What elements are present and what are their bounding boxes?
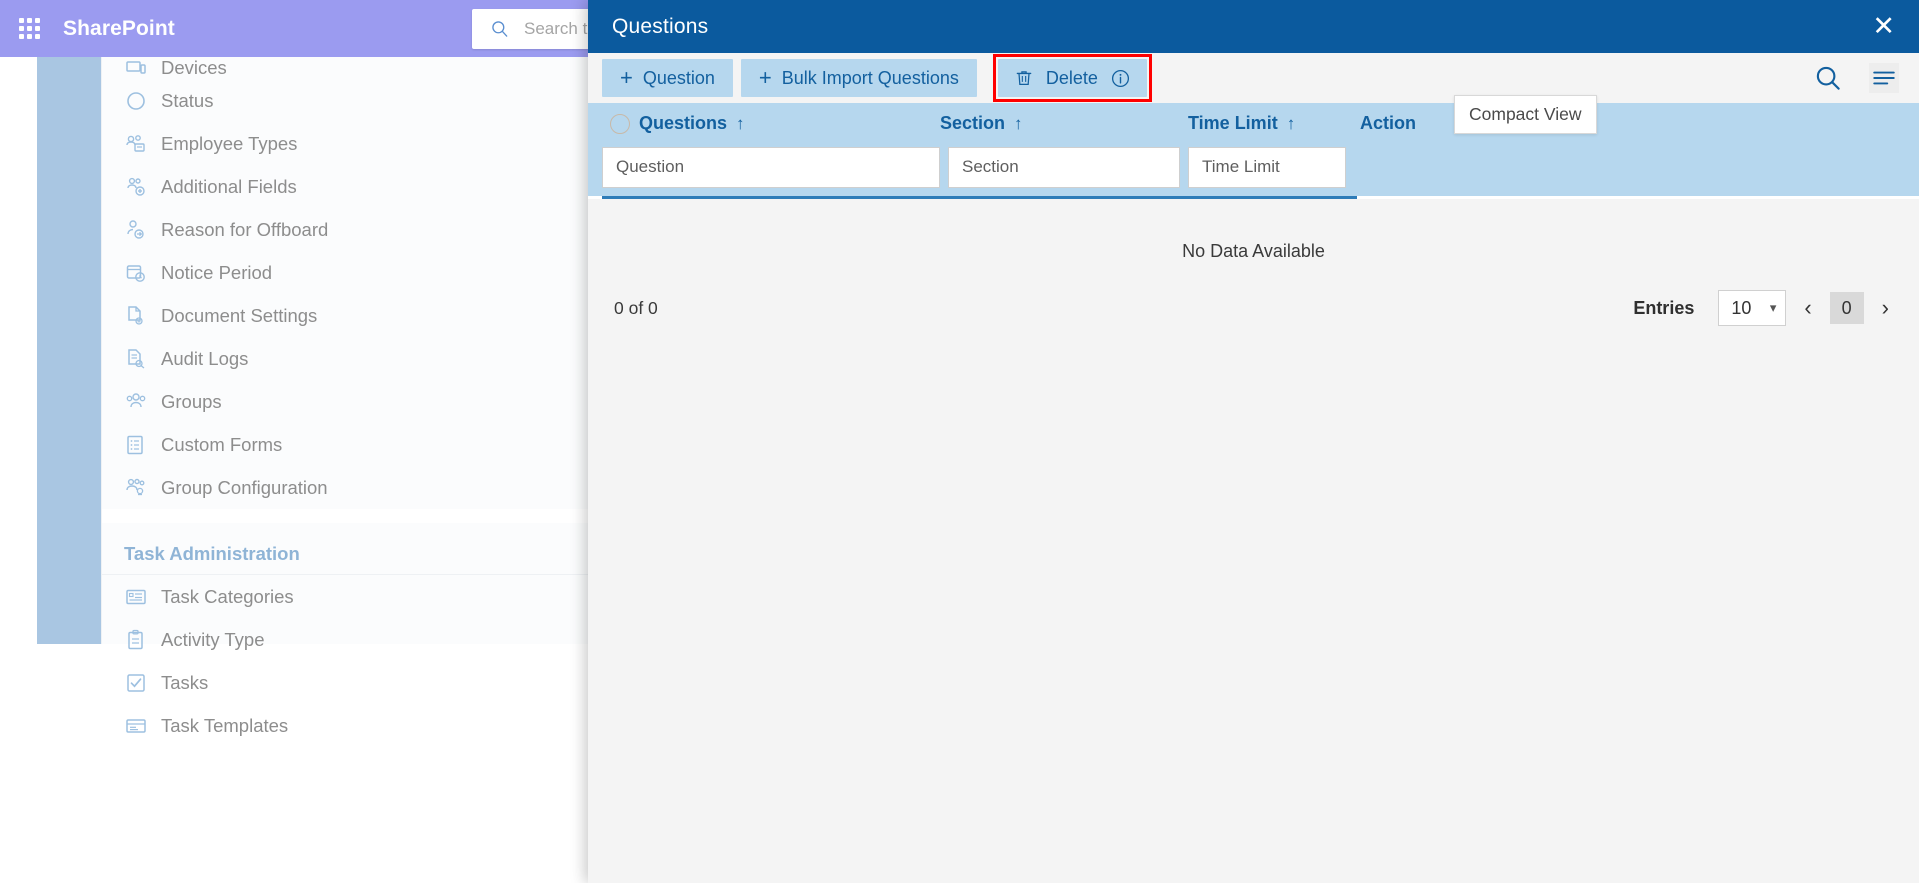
next-page-button[interactable]: › (1882, 297, 1889, 319)
plus-icon: + (758, 65, 772, 90)
delete-button[interactable]: Delete (997, 59, 1147, 97)
table-filter-row (588, 144, 1919, 196)
column-label: Time Limit (1188, 113, 1278, 133)
people-badge-icon (126, 134, 145, 152)
waffle-grid-icon[interactable] (19, 17, 41, 40)
sidebar-item-label: Document Settings (161, 304, 318, 326)
pagination-controls: Entries 10 ▾ ‹ 0 › (1633, 290, 1889, 326)
bulk-import-questions-button[interactable]: + Bulk Import Questions (740, 59, 977, 97)
time-limit-filter-input[interactable] (1188, 146, 1346, 188)
sort-ascending-arrow[interactable]: ↑ (1287, 114, 1296, 134)
people-settings-icon (126, 478, 145, 495)
sidebar-item-label: Groups (161, 390, 222, 412)
entries-per-page-select[interactable]: 10 ▾ (1718, 290, 1787, 326)
template-icon (126, 718, 146, 733)
sidebar-item-label: Employee Types (161, 132, 298, 154)
document-search-icon (128, 348, 145, 369)
calendar-clock-icon (126, 264, 145, 282)
device-icon (126, 61, 146, 74)
column-label: Action (1360, 113, 1416, 133)
sharepoint-brand[interactable]: SharePoint (63, 17, 175, 41)
checkbox-icon (127, 673, 145, 692)
trash-icon (1016, 71, 1032, 86)
entries-value: 10 (1731, 297, 1752, 318)
add-question-label: Question (642, 67, 715, 88)
compact-view-tooltip: Compact View (1454, 95, 1597, 134)
sidebar-item-label: Tasks (161, 671, 209, 693)
questions-modal: Questions ✕ + Question + Bulk Import Que… (588, 0, 1919, 883)
sidebar-item-label: Notice Period (161, 261, 273, 283)
sort-ascending-arrow[interactable]: ↑ (1014, 114, 1023, 134)
info-icon[interactable] (1110, 68, 1131, 89)
chevron-down-icon: ▾ (1769, 300, 1777, 315)
sidebar-item-label: Group Configuration (161, 476, 328, 498)
record-count: 0 of 0 (614, 297, 658, 318)
sidebar-item-label: Activity Type (161, 628, 265, 650)
search-icon[interactable] (1813, 63, 1843, 93)
sidebar-item-label: Task Templates (161, 714, 289, 736)
add-question-button[interactable]: + Question (602, 59, 733, 97)
column-label: Section (940, 113, 1006, 133)
current-page-number[interactable]: 0 (1829, 292, 1864, 324)
list-box-icon (126, 589, 146, 604)
person-arrow-icon (127, 219, 144, 239)
prev-page-button[interactable]: ‹ (1804, 297, 1811, 319)
form-list-icon (127, 435, 143, 454)
delete-label: Delete (1045, 67, 1098, 88)
sidebar-item-label: Status (161, 89, 214, 111)
modal-toolbar: + Question + Bulk Import Questions Delet… (588, 53, 1919, 103)
sort-ascending-arrow[interactable]: ↑ (736, 114, 745, 134)
bulk-import-label: Bulk Import Questions (781, 67, 959, 88)
column-header-time-limit[interactable]: Time Limit ↑ (1188, 113, 1360, 134)
hamburger-list-icon[interactable] (1869, 63, 1899, 93)
circle-icon (127, 91, 145, 110)
modal-empty-area (588, 389, 1919, 883)
table-footer: 0 of 0 Entries 10 ▾ ‹ 0 › (588, 262, 1919, 326)
modal-header: Questions ✕ (588, 0, 1919, 53)
sidebar-item-label: Audit Logs (161, 347, 249, 369)
table-header-row: Questions ↑ Section ↑ Time Limit ↑ Actio… (588, 95, 1919, 144)
column-header-questions[interactable]: Questions ↑ (588, 113, 940, 134)
entries-label: Entries (1633, 297, 1695, 318)
sidebar-item-label: Devices (161, 57, 227, 78)
sidebar-item-label: Custom Forms (161, 433, 283, 455)
sidebar-rail (37, 57, 101, 644)
people-group-icon (126, 392, 146, 407)
sidebar-item-label: Task Categories (161, 585, 294, 607)
questions-table: Questions ↑ Section ↑ Time Limit ↑ Actio… (588, 95, 1919, 326)
close-icon[interactable]: ✕ (1872, 13, 1895, 40)
plus-icon: + (620, 65, 633, 90)
question-filter-input[interactable] (602, 146, 940, 188)
search-icon (492, 21, 508, 37)
people-add-icon (127, 177, 145, 196)
select-all-checkbox[interactable] (610, 113, 630, 134)
section-filter-input[interactable] (948, 146, 1180, 188)
clipboard-icon (128, 629, 143, 649)
delete-button-highlight: Delete (992, 54, 1152, 102)
document-gear-icon (128, 305, 143, 325)
sidebar-item-label: Reason for Offboard (161, 218, 329, 240)
empty-state-message: No Data Available (588, 199, 1919, 262)
column-label: Questions (639, 113, 728, 133)
toolbar-right-actions (1813, 63, 1899, 93)
modal-title: Questions (612, 14, 709, 38)
sidebar-item-label: Additional Fields (161, 175, 297, 197)
column-header-section[interactable]: Section ↑ (940, 113, 1188, 134)
